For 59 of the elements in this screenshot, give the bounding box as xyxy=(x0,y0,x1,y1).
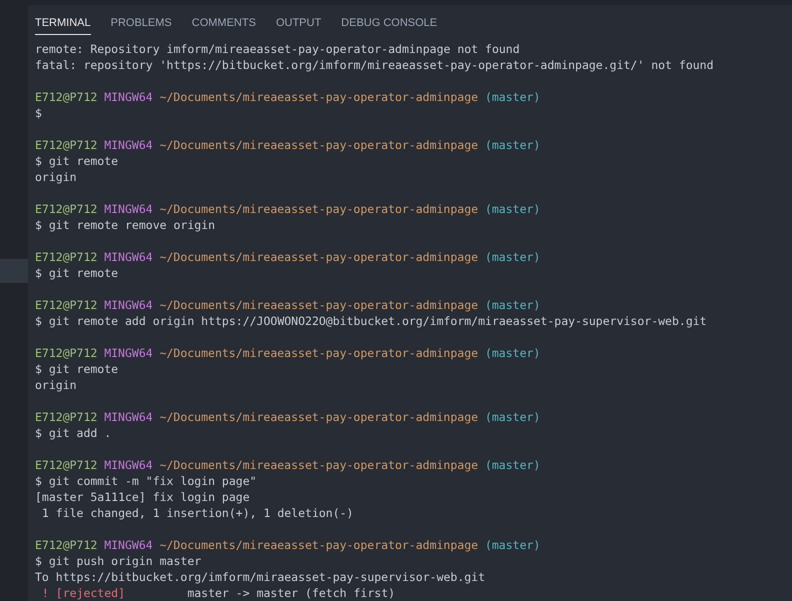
prompt-system: MINGW64 xyxy=(104,345,153,361)
prompt-branch: (master) xyxy=(484,249,540,265)
prompt-user: E712@P712 xyxy=(35,89,98,105)
prompt-path: ~/Documents/mireaeasset-pay-operator-adminpage xyxy=(160,409,478,425)
prompt-branch: (master) xyxy=(484,345,540,361)
prompt-path: ~/Documents/mireaeasset-pay-operator-adminpage xyxy=(160,297,478,313)
prompt-user: E712@P712 xyxy=(35,345,98,361)
prompt-user: E712@P712 xyxy=(35,249,98,265)
terminal-output: $ git remote add origin https://JOOWONO22O@bitbucket.org/imform/miraeasset-pay-supervisor-web.git xyxy=(35,313,707,329)
panel-tab[interactable]: PROBLEMS xyxy=(110,13,172,35)
terminal-output: fatal: repository 'https://bitbucket.org/imform/mireaeasset-pay-operator-adminpage.git/' not found xyxy=(35,57,714,73)
terminal-output: $ git remote xyxy=(35,361,118,377)
prompt-branch: (master) xyxy=(484,457,540,473)
prompt-user: E712@P712 xyxy=(35,457,98,473)
panel-tab[interactable]: COMMENTS xyxy=(192,13,256,35)
terminal-output: $ git remote xyxy=(35,153,118,169)
terminal-output: master -> master (fetch first) xyxy=(186,585,396,601)
terminal-output: To https://bitbucket.org/imform/miraeasset-pay-supervisor-web.git xyxy=(35,569,486,585)
prompt-user: E712@P712 xyxy=(35,137,98,153)
terminal-output: $ git commit -m "fix login page" xyxy=(35,473,257,489)
prompt-system: MINGW64 xyxy=(104,201,153,217)
prompt-system: MINGW64 xyxy=(104,137,153,153)
terminal-output: $ xyxy=(35,105,42,121)
prompt-system: MINGW64 xyxy=(104,457,153,473)
prompt-branch: (master) xyxy=(484,537,540,553)
terminal-output: $ git remote remove origin xyxy=(35,217,216,233)
prompt-path: ~/Documents/mireaeasset-pay-operator-adminpage xyxy=(160,89,478,105)
prompt-branch: (master) xyxy=(484,201,540,217)
prompt-system: MINGW64 xyxy=(104,537,153,553)
prompt-path: ~/Documents/mireaeasset-pay-operator-adminpage xyxy=(160,201,478,217)
terminal-output: origin xyxy=(35,377,77,393)
prompt-user: E712@P712 xyxy=(35,297,98,313)
panel-tab[interactable]: OUTPUT xyxy=(276,13,322,35)
prompt-branch: (master) xyxy=(484,409,540,425)
prompt-branch: (master) xyxy=(484,137,540,153)
prompt-user: E712@P712 xyxy=(35,537,98,553)
terminal-output: $ git push origin master xyxy=(35,553,202,569)
prompt-system: MINGW64 xyxy=(104,89,153,105)
prompt-branch: (master) xyxy=(484,297,540,313)
prompt-system: MINGW64 xyxy=(104,409,153,425)
terminal-output: origin xyxy=(35,169,77,185)
panel-tab[interactable]: DEBUG CONSOLE xyxy=(341,13,438,35)
prompt-path: ~/Documents/mireaeasset-pay-operator-adminpage xyxy=(160,137,478,153)
prompt-branch: (master) xyxy=(484,89,540,105)
prompt-path: ~/Documents/mireaeasset-pay-operator-adminpage xyxy=(160,249,478,265)
prompt-system: MINGW64 xyxy=(104,249,153,265)
rejected-status: ! [rejected] xyxy=(40,585,126,601)
terminal-output: 1 file changed, 1 insertion(+), 1 deletion(-) xyxy=(40,505,354,521)
prompt-path: ~/Documents/mireaeasset-pay-operator-adminpage xyxy=(160,345,478,361)
prompt-path: ~/Documents/mireaeasset-pay-operator-adminpage xyxy=(160,457,478,473)
prompt-user: E712@P712 xyxy=(35,201,98,217)
prompt-path: ~/Documents/mireaeasset-pay-operator-adminpage xyxy=(160,537,478,553)
terminal-output: $ git remote xyxy=(35,265,118,281)
prompt-system: MINGW64 xyxy=(104,297,153,313)
terminal-output: remote: Repository imform/mireaeasset-pay-operator-adminpage not found xyxy=(35,41,520,57)
terminal-output: $ git add . xyxy=(35,425,112,441)
prompt-user: E712@P712 xyxy=(35,409,98,425)
panel-tab[interactable]: TERMINAL xyxy=(35,13,91,35)
terminal-output: [master 5a111ce] fix login page xyxy=(35,489,250,505)
